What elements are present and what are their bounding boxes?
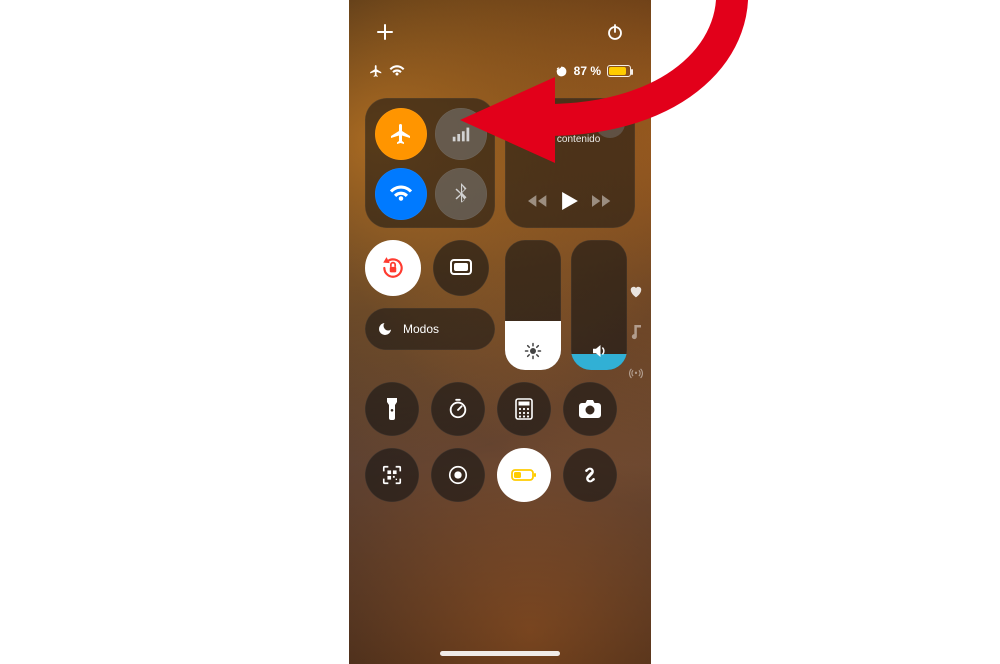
control-center-page-indicators[interactable]: [629, 285, 643, 386]
play-icon[interactable]: [562, 192, 578, 210]
camera-button[interactable]: [563, 382, 617, 436]
screen-mirror-icon: [449, 258, 473, 278]
home-indicator[interactable]: [440, 651, 560, 656]
media-status-text: Sin contenido: [517, 134, 623, 145]
focus-label: Modos: [403, 322, 439, 336]
record-icon: [447, 464, 469, 486]
music-note-icon: [630, 325, 642, 340]
qr-scanner-button[interactable]: [365, 448, 419, 502]
phone-frame: 87 %: [349, 0, 651, 664]
page-dot-favorites[interactable]: [629, 285, 643, 303]
low-power-mode-toggle[interactable]: [497, 448, 551, 502]
battery-percent-text: 87 %: [574, 64, 601, 78]
bluetooth-toggle[interactable]: [435, 168, 487, 220]
antenna-icon: [629, 367, 643, 381]
page-dot-music[interactable]: [630, 325, 642, 345]
flashlight-icon: [385, 397, 399, 421]
connectivity-panel[interactable]: [365, 98, 495, 228]
media-controls: [517, 192, 623, 210]
timer-icon: [447, 398, 469, 420]
focus-mode-button[interactable]: Modos: [365, 308, 495, 350]
airplane-mode-toggle[interactable]: [375, 108, 427, 160]
plus-icon: [376, 23, 394, 41]
forward-icon[interactable]: [592, 194, 612, 208]
control-center: Sin contenido: [365, 98, 635, 502]
power-button[interactable]: [603, 20, 627, 44]
flashlight-button[interactable]: [365, 382, 419, 436]
bluetooth-icon: [454, 183, 468, 205]
airplay-icon: [602, 115, 618, 131]
cellular-data-toggle[interactable]: [435, 108, 487, 160]
calculator-icon: [515, 398, 533, 420]
airplane-icon: [389, 122, 413, 146]
moon-icon: [377, 321, 393, 337]
wifi-status-icon: [389, 65, 405, 77]
cellular-icon: [450, 123, 472, 145]
airplane-status-icon: [369, 64, 383, 78]
page-dot-connectivity[interactable]: [629, 367, 643, 386]
camera-icon: [578, 399, 602, 419]
brightness-slider[interactable]: [505, 240, 561, 370]
timer-button[interactable]: [431, 382, 485, 436]
media-panel[interactable]: Sin contenido: [505, 98, 635, 228]
status-bar: 87 %: [349, 64, 651, 78]
volume-slider[interactable]: [571, 240, 627, 370]
battery-fill: [609, 67, 626, 75]
battery-low-power-icon: [511, 468, 537, 482]
rotation-status-icon: [555, 65, 568, 78]
qr-icon: [381, 464, 403, 486]
calculator-button[interactable]: [497, 382, 551, 436]
wifi-toggle[interactable]: [375, 168, 427, 220]
rewind-icon[interactable]: [528, 194, 548, 208]
add-control-button[interactable]: [373, 20, 397, 44]
screen-mirroring-button[interactable]: [433, 240, 489, 296]
heart-icon: [629, 285, 643, 298]
power-icon: [606, 23, 624, 41]
sun-icon: [524, 342, 542, 360]
top-bar: [349, 20, 651, 44]
shazam-button[interactable]: [563, 448, 617, 502]
battery-indicator: [607, 65, 631, 77]
speaker-icon: [590, 342, 608, 360]
wifi-icon: [389, 184, 413, 204]
shazam-icon: [578, 463, 602, 487]
screen-record-button[interactable]: [431, 448, 485, 502]
orientation-lock-toggle[interactable]: [365, 240, 421, 296]
rotation-lock-icon: [380, 255, 406, 281]
